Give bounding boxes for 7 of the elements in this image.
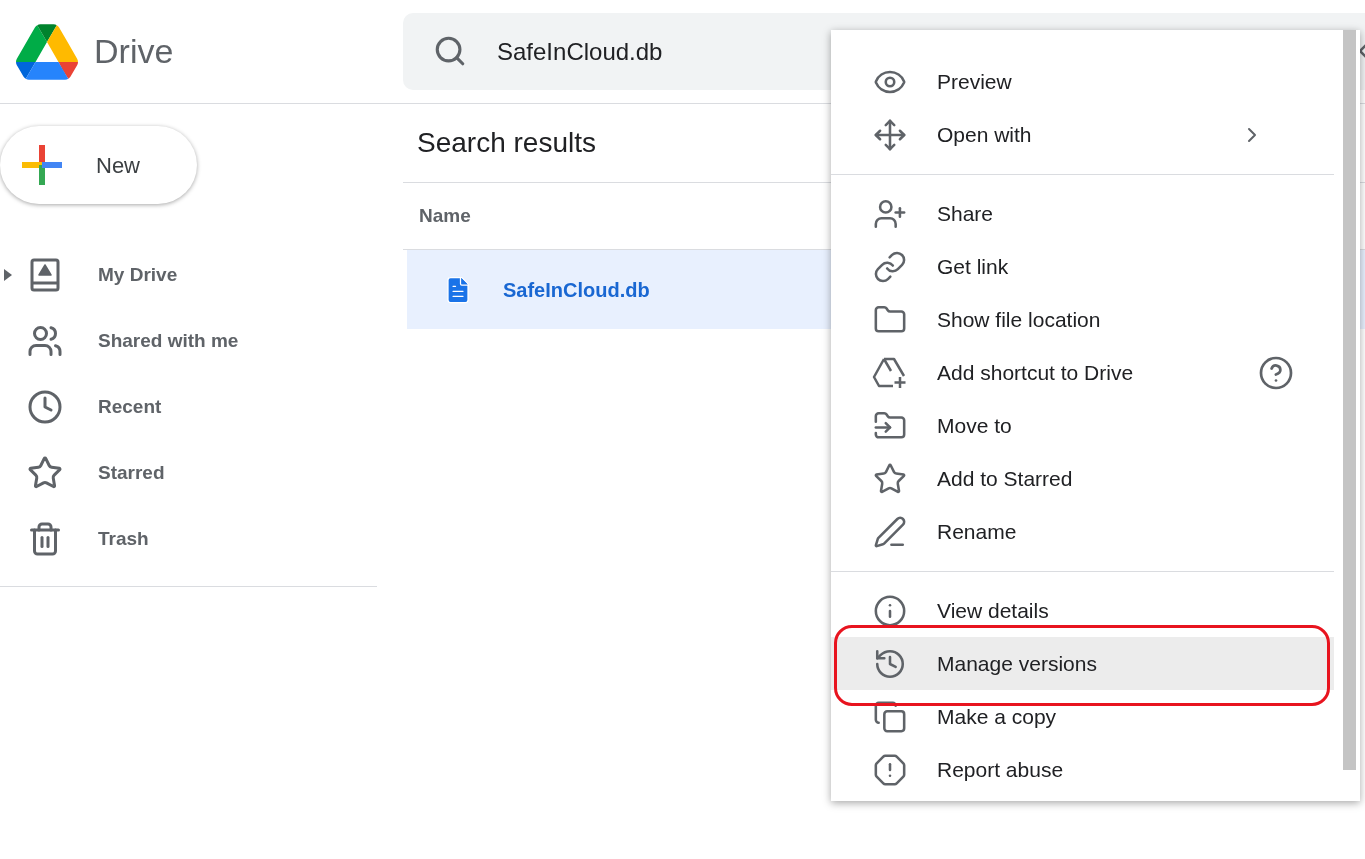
sidebar-label: My Drive <box>98 262 178 287</box>
app-title: Drive <box>94 31 174 72</box>
sidebar-label: Shared with me <box>98 328 239 353</box>
sidebar-label: Trash <box>98 526 149 551</box>
results-heading: Search results <box>417 126 596 160</box>
sidebar-label: Starred <box>98 460 165 485</box>
sidebar-label: Recent <box>98 394 162 419</box>
